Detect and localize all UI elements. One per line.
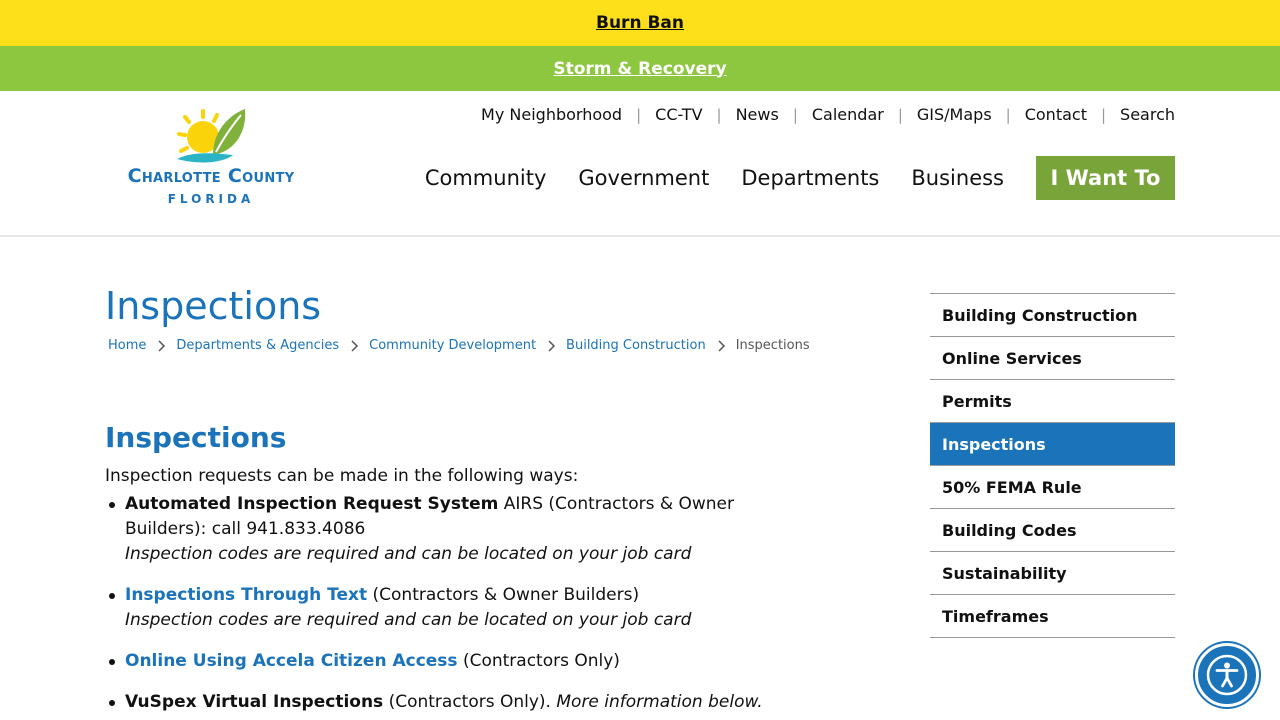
page-title: Inspections [105,284,322,328]
utility-link-calendar[interactable]: Calendar [812,105,884,124]
intro-text: Inspection requests can be made in the f… [105,466,579,486]
breadcrumb-community-development[interactable]: Community Development [369,338,536,353]
utility-link-news[interactable]: News [736,105,779,124]
inspections-through-text-link[interactable]: Inspections Through Text [125,585,367,605]
separator: | [1005,105,1011,124]
main-nav-government[interactable]: Government [578,166,709,190]
i-want-to-button[interactable]: I Want To [1036,156,1175,200]
separator: | [1100,105,1107,124]
utility-nav: My Neighborhood | CC-TV | News | Calenda… [481,105,1175,124]
method-title: Automated Inspection Request System [125,494,499,514]
method-text: (Contractors Only). [383,692,557,712]
chevron-right-icon [158,339,166,352]
storm-recovery-link[interactable]: Storm & Recovery [553,59,726,79]
sidebar-item-permits[interactable]: Permits [930,380,1175,423]
separator: | [792,105,798,124]
storm-recovery-alert-bar: Storm & Recovery [0,46,1280,91]
breadcrumb-current: Inspections [735,338,810,353]
sidebar-item-sustainability[interactable]: Sustainability [930,552,1175,595]
section-heading: Inspections [105,421,287,454]
utility-link-cc-tv[interactable]: CC-TV [655,105,702,124]
main-nav-departments[interactable]: Departments [741,166,879,190]
main-nav: Community Government Departments Busines… [393,156,1175,200]
site-header: Charlotte County FLORIDA My Neighborhood… [0,91,1280,237]
chevron-right-icon [718,339,725,352]
sidebar-item-timeframes[interactable]: Timeframes [930,595,1175,638]
separator: | [897,105,903,124]
chevron-right-icon [548,339,556,352]
separator: | [716,105,722,124]
list-item: Automated Inspection Request System AIRS… [109,492,815,567]
main-nav-business[interactable]: Business [911,166,1004,190]
separator: | [636,105,642,124]
utility-link-gis-maps[interactable]: GIS/Maps [917,105,992,124]
section-sidebar-nav: Building Construction Online Services Pe… [930,293,1175,638]
breadcrumb-departments-agencies[interactable]: Departments & Agencies [176,338,339,353]
accessibility-icon [1206,654,1248,696]
charlotte-county-logo[interactable]: Charlotte County FLORIDA [113,107,309,219]
method-note: Inspection codes are required and can be… [125,544,692,564]
breadcrumb-building-construction[interactable]: Building Construction [566,338,706,353]
sidebar-item-inspections[interactable]: Inspections [930,423,1175,466]
breadcrumb-home[interactable]: Home [108,338,146,353]
sun-leaf-emblem-icon [177,109,246,163]
burn-ban-link[interactable]: Burn Ban [596,13,684,33]
list-item: VuSpex Virtual Inspections (Contractors … [109,690,815,715]
logo-state-name: FLORIDA [167,192,255,206]
sidebar-item-fema-rule[interactable]: 50% FEMA Rule [930,466,1175,509]
utility-link-search[interactable]: Search [1120,105,1175,124]
chevron-right-icon [351,339,359,352]
utility-link-contact[interactable]: Contact [1025,105,1087,124]
accessibility-button[interactable] [1195,643,1259,707]
burn-ban-alert-bar: Burn Ban [0,0,1280,46]
accela-citizen-access-link[interactable]: Online Using Accela Citizen Access [125,651,458,671]
list-item: Online Using Accela Citizen Access (Cont… [109,649,815,674]
method-title: VuSpex Virtual Inspections [125,692,384,712]
utility-link-my-neighborhood[interactable]: My Neighborhood [481,105,622,124]
logo-county-name: Charlotte County [127,165,295,187]
sidebar-item-building-codes[interactable]: Building Codes [930,509,1175,552]
method-text: (Contractors & Owner Builders) [367,585,640,605]
inspection-methods-list: Automated Inspection Request System AIRS… [109,492,815,720]
sidebar-item-building-construction[interactable]: Building Construction [930,294,1175,337]
main-nav-community[interactable]: Community [425,166,547,190]
list-item: Inspections Through Text (Contractors & … [109,583,815,633]
method-note: Inspection codes are required and can be… [125,610,692,630]
method-note: More information below. [556,692,763,712]
sidebar-item-online-services[interactable]: Online Services [930,337,1175,380]
breadcrumb: Home Departments & Agencies Community De… [108,338,810,353]
method-text: (Contractors Only) [457,651,620,671]
